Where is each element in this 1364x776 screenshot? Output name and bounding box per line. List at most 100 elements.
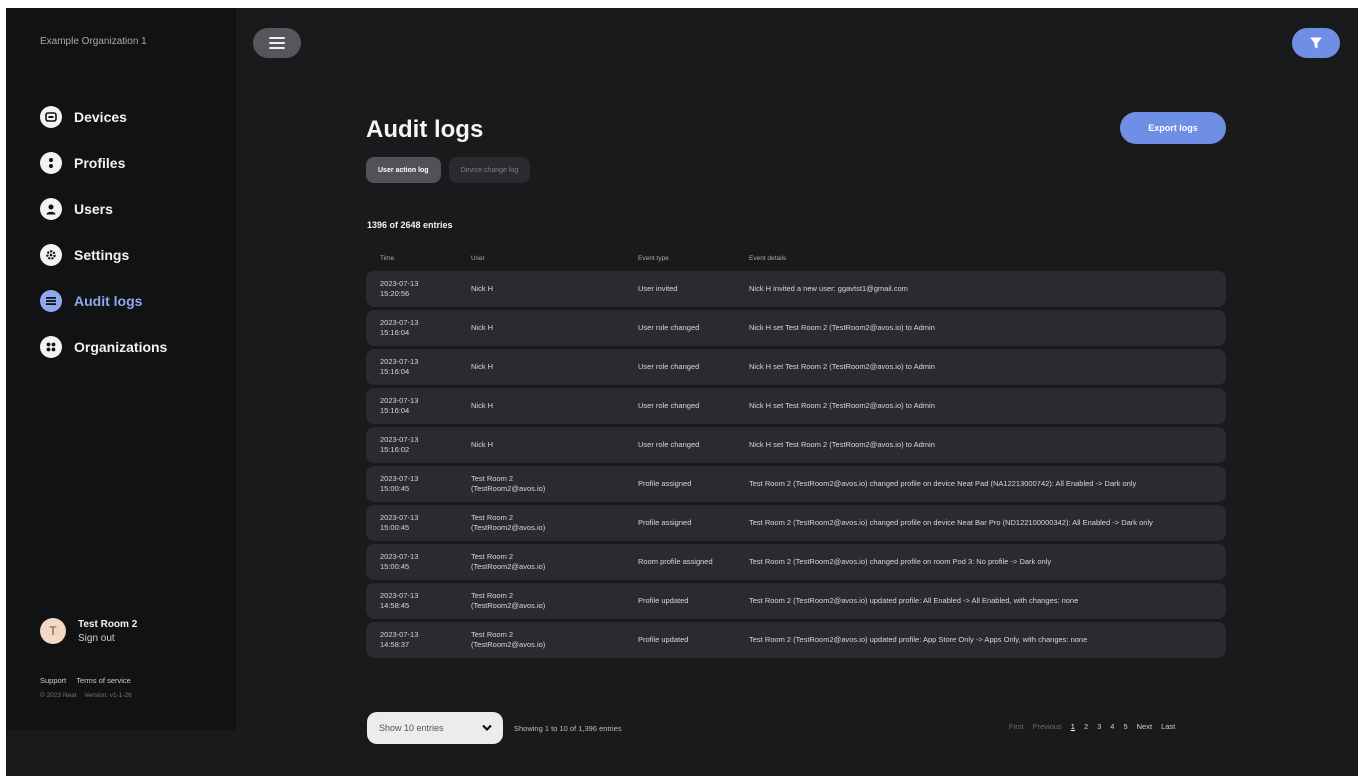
page-2[interactable]: 2: [1084, 722, 1088, 731]
cell-user: Test Room 2 (TestRoom2@avos.io): [471, 630, 638, 650]
showing-text: Showing 1 to 10 of 1,396 entries: [514, 724, 622, 733]
user-name: Test Room 2: [471, 629, 514, 639]
time-date: 2023-07-13: [380, 629, 419, 639]
time-clock: 15:16:04: [380, 367, 410, 376]
cell-event-type: Profile assigned: [638, 517, 692, 527]
page-size-select[interactable]: Show 10 entries: [367, 712, 503, 744]
cell-event-type: Room profile assigned: [638, 556, 713, 566]
sidebar-item-label: Devices: [74, 109, 127, 125]
cell-event-details: Test Room 2 (TestRoom2@avos.io) changed …: [749, 478, 1137, 488]
table-row[interactable]: 2023-07-13 15:16:04 Nick H User role change…: [366, 310, 1226, 346]
org-name[interactable]: Example Organization 1: [40, 36, 147, 47]
page-1[interactable]: 1: [1071, 722, 1075, 731]
grid-icon: [40, 336, 62, 358]
sidebar-nav: Devices Profiles Users Settings Audit lo…: [40, 94, 167, 370]
column-header-user[interactable]: User: [471, 255, 638, 262]
page-size-label: Show 10 entries: [379, 723, 444, 733]
cell-user: Test Room 2 (TestRoom2@avos.io): [471, 591, 638, 611]
table-row[interactable]: 2023-07-13 15:16:04 Nick H User role change…: [366, 349, 1226, 385]
time-date: 2023-07-13: [380, 395, 419, 405]
page-first[interactable]: First: [1009, 722, 1024, 731]
page-4[interactable]: 4: [1110, 722, 1114, 731]
hamburger-icon: [269, 37, 285, 49]
page-title: Audit logs: [366, 116, 484, 143]
support-link[interactable]: Support: [40, 676, 66, 685]
cell-event-type: User role changed: [638, 361, 700, 371]
cell-user: Nick H: [471, 440, 638, 450]
user-email: (TestRoom2@avos.io): [471, 640, 546, 649]
time-date: 2023-07-13: [380, 551, 419, 561]
user-name: Nick H: [471, 322, 494, 332]
sidebar-item-settings[interactable]: Settings: [40, 232, 167, 278]
time-clock: 15:00:45: [380, 523, 410, 532]
cell-user: Nick H: [471, 401, 638, 411]
cell-time: 2023-07-13 15:16:04: [366, 318, 471, 338]
user-email: (TestRoom2@avos.io): [471, 484, 546, 493]
menu-toggle-button[interactable]: [253, 28, 301, 58]
sidebar-item-devices[interactable]: Devices: [40, 94, 167, 140]
pagination: First Previous 1 2 3 4 5 Next Last: [1009, 722, 1184, 731]
sidebar-item-organizations[interactable]: Organizations: [40, 324, 167, 370]
time-date: 2023-07-13: [380, 434, 419, 444]
tab-device-change-log[interactable]: Device change log: [448, 157, 531, 183]
filter-button[interactable]: [1292, 28, 1340, 58]
page-previous[interactable]: Previous: [1033, 722, 1062, 731]
terms-link[interactable]: Terms of service: [76, 676, 131, 685]
user-name: Test Room 2: [471, 590, 514, 600]
sidebar-item-audit-logs[interactable]: Audit logs: [40, 278, 167, 324]
cell-event-type: User role changed: [638, 439, 700, 449]
cell-user: Nick H: [471, 362, 638, 372]
sidebar-item-users[interactable]: Users: [40, 186, 167, 232]
sign-out-link[interactable]: Sign out: [78, 633, 137, 644]
column-header-event-type[interactable]: Event type: [638, 255, 749, 262]
cell-event-details: Test Room 2 (TestRoom2@avos.io) changed …: [749, 517, 1153, 527]
table-row[interactable]: 2023-07-13 14:58:37 Test Room 2 (TestRoom2@…: [366, 622, 1226, 658]
tab-user-action-log[interactable]: User action log: [366, 157, 441, 183]
table-row[interactable]: 2023-07-13 14:58:45 Test Room 2 (TestRoom2@…: [366, 583, 1226, 619]
log-tabs: User action log Device change log: [366, 157, 538, 183]
sidebar-footer-links: Support Terms of service: [40, 676, 139, 685]
time-date: 2023-07-13: [380, 473, 419, 483]
sidebar: Example Organization 1 Devices Profiles …: [6, 8, 236, 730]
audit-log-table: Time User Event type Event details 2023-…: [366, 248, 1226, 658]
cell-event-details: Nick H set Test Room 2 (TestRoom2@avos.i…: [749, 400, 935, 410]
table-row[interactable]: 2023-07-13 15:16:04 Nick H User role change…: [366, 388, 1226, 424]
cell-event-details: Nick H set Test Room 2 (TestRoom2@avos.i…: [749, 361, 935, 371]
table-row[interactable]: 2023-07-13 15:16:02 Nick H User role change…: [366, 427, 1226, 463]
export-logs-button[interactable]: Export logs: [1120, 112, 1226, 144]
table-row[interactable]: 2023-07-13 15:00:45 Test Room 2 (TestRoom2@…: [366, 466, 1226, 502]
cell-event-type: User role changed: [638, 322, 700, 332]
user-email: (TestRoom2@avos.io): [471, 523, 546, 532]
sidebar-item-label: Audit logs: [74, 293, 143, 309]
time-clock: 15:00:45: [380, 562, 410, 571]
account-name: Test Room 2: [78, 618, 138, 630]
device-icon: [40, 106, 62, 128]
page-last[interactable]: Last: [1161, 722, 1175, 731]
table-row[interactable]: 2023-07-13 15:00:45 Test Room 2 (TestRoom2@…: [366, 544, 1226, 580]
cell-time: 2023-07-13 14:58:45: [366, 591, 471, 611]
avatar[interactable]: T: [40, 618, 66, 644]
app-frame: Example Organization 1 Devices Profiles …: [6, 8, 1358, 776]
user-name: Nick H: [471, 439, 494, 449]
page-next[interactable]: Next: [1137, 722, 1152, 731]
column-header-event-details[interactable]: Event details: [749, 255, 1226, 262]
cell-event-details: Test Room 2 (TestRoom2@avos.io) updated …: [749, 595, 1079, 605]
account-block: T Test Room 2 Sign out: [40, 618, 137, 644]
filter-icon: [1310, 37, 1322, 49]
column-header-time[interactable]: Time: [366, 255, 471, 262]
sidebar-item-profiles[interactable]: Profiles: [40, 140, 167, 186]
sidebar-item-label: Settings: [74, 247, 130, 263]
time-date: 2023-07-13: [380, 278, 419, 288]
cell-user: Test Room 2 (TestRoom2@avos.io): [471, 513, 638, 533]
user-name: Nick H: [471, 361, 494, 371]
page-3[interactable]: 3: [1097, 722, 1101, 731]
table-row[interactable]: 2023-07-13 15:20:56 Nick H User invited Nick…: [366, 271, 1226, 307]
sidebar-item-label: Organizations: [74, 339, 168, 355]
cell-time: 2023-07-13 15:16:02: [366, 435, 471, 455]
cell-time: 2023-07-13 15:20:56: [366, 279, 471, 299]
table-row[interactable]: 2023-07-13 15:00:45 Test Room 2 (TestRoom2@…: [366, 505, 1226, 541]
time-date: 2023-07-13: [380, 317, 419, 327]
page-5[interactable]: 5: [1123, 722, 1127, 731]
entries-summary: 1396 of 2648 entries: [367, 220, 453, 230]
user-name: Test Room 2: [471, 512, 514, 522]
